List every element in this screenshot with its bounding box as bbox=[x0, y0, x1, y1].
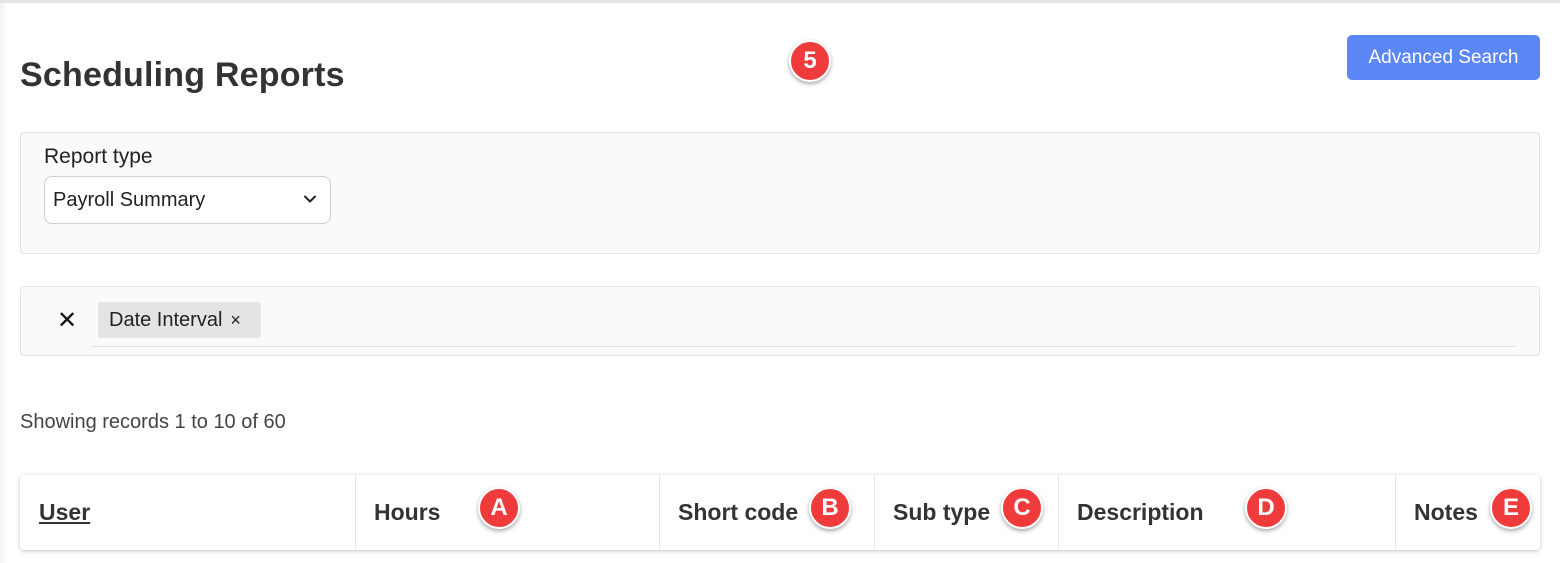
chevron-down-icon bbox=[304, 195, 316, 203]
filter-panel: ✕ Date Interval × bbox=[20, 286, 1540, 356]
filter-tag-area[interactable]: Date Interval × bbox=[91, 301, 1516, 347]
report-type-label: Report type bbox=[44, 145, 153, 168]
column-header-user[interactable]: User bbox=[20, 475, 356, 550]
annotation-marker-b: B bbox=[809, 487, 851, 529]
clear-filters-icon[interactable]: ✕ bbox=[57, 309, 77, 333]
advanced-search-button[interactable]: Advanced Search bbox=[1347, 35, 1540, 80]
column-header-description: Description bbox=[1059, 475, 1396, 550]
annotation-marker-c: C bbox=[1001, 487, 1043, 529]
left-edge-shadow bbox=[0, 3, 8, 563]
report-table-header: User Hours Short code Sub type Descripti… bbox=[20, 475, 1540, 550]
annotation-marker-d: D bbox=[1245, 487, 1287, 529]
annotation-marker-e: E bbox=[1490, 487, 1532, 529]
annotation-marker-a: A bbox=[478, 487, 520, 529]
filter-tag-label: Date Interval bbox=[109, 308, 223, 331]
report-type-select[interactable]: Payroll Summary bbox=[44, 176, 331, 224]
report-type-selected-value: Payroll Summary bbox=[53, 188, 206, 211]
annotation-marker-5: 5 bbox=[789, 40, 831, 82]
top-divider bbox=[0, 0, 1560, 3]
filter-tag-date-interval: Date Interval × bbox=[98, 302, 261, 338]
records-summary: Showing records 1 to 10 of 60 bbox=[20, 411, 286, 433]
remove-tag-icon[interactable]: × bbox=[230, 310, 241, 331]
report-type-panel: Report type Payroll Summary bbox=[20, 132, 1540, 254]
page-title: Scheduling Reports bbox=[20, 56, 345, 94]
